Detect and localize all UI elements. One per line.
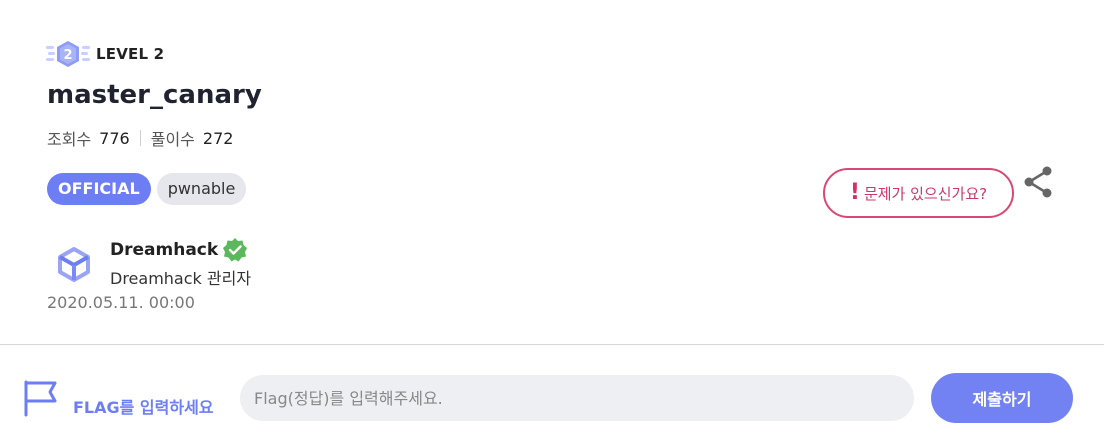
section-divider — [0, 344, 1104, 345]
author-role: Dreamhack 관리자 — [110, 269, 252, 288]
svg-text:2: 2 — [63, 48, 72, 63]
solves-label: 풀이수 — [150, 130, 195, 149]
level-badge-icon: 2 — [46, 41, 90, 67]
author-block: Dreamhack Dreamhack 관리자 — [47, 236, 251, 290]
share-icon[interactable] — [1020, 164, 1056, 200]
flag-prompt-label: FLAG를 입력하세요 — [73, 398, 214, 417]
level-label: LEVEL 2 — [96, 45, 165, 63]
tag-official[interactable]: OFFICIAL — [47, 173, 151, 205]
alert-icon: ! — [849, 180, 860, 205]
report-issue-label: 문제가 있으신가요? — [863, 184, 988, 203]
publish-date: 2020.05.11. 00:00 — [47, 293, 195, 312]
verified-icon — [223, 238, 248, 262]
views-count: 776 — [99, 128, 130, 148]
challenge-stats: 조회수 776 풀이수 272 — [47, 126, 233, 150]
submit-flag-button[interactable]: 제출하기 — [931, 373, 1073, 423]
tag-category[interactable]: pwnable — [156, 173, 247, 205]
solves-count: 272 — [202, 128, 234, 148]
tag-list: OFFICIAL pwnable — [47, 173, 247, 205]
stats-divider — [139, 130, 141, 146]
challenge-title: master_canary — [47, 80, 262, 110]
level-indicator: 2 LEVEL 2 — [46, 40, 164, 68]
flag-input[interactable] — [240, 375, 914, 421]
views-label: 조회수 — [47, 130, 92, 149]
report-issue-button[interactable]: ! 문제가 있으신가요? — [823, 168, 1014, 218]
flag-icon — [24, 380, 57, 417]
dreamhack-logo-icon[interactable] — [47, 236, 101, 290]
author-name[interactable]: Dreamhack — [110, 240, 218, 260]
